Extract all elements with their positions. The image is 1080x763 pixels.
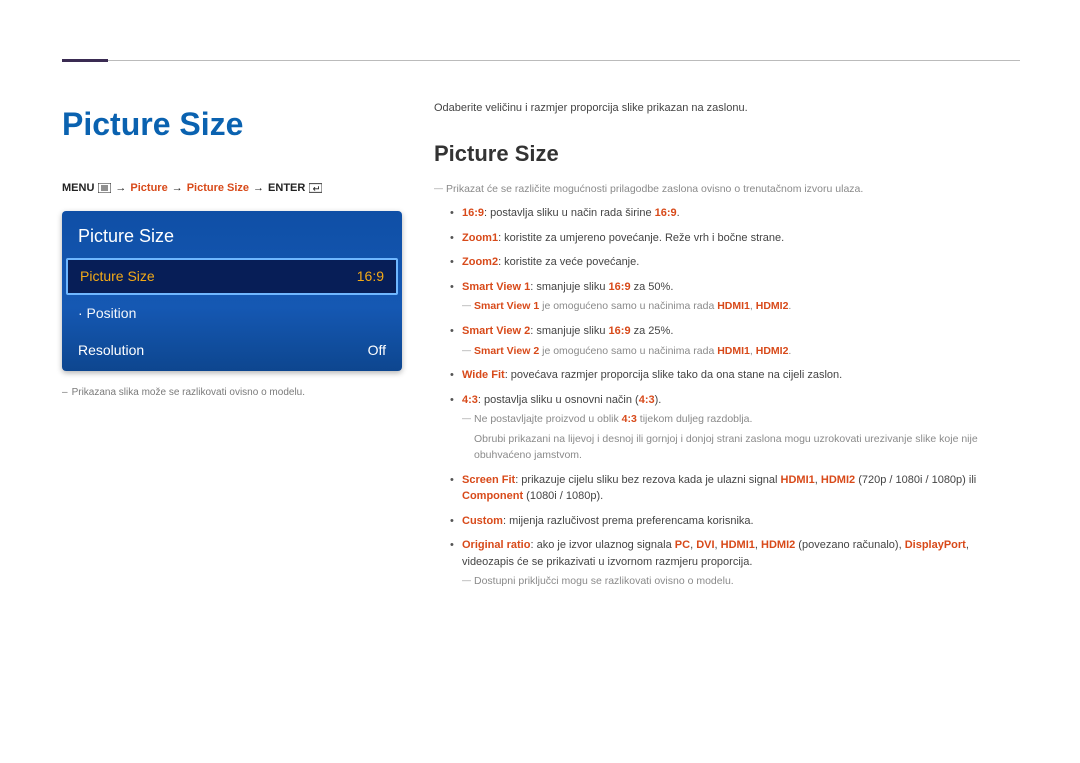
opt-smart-view-2: Smart View 2: smanjuje sliku 16:9 za 25%… [450, 323, 1020, 359]
arrow: → [253, 180, 264, 197]
arrow: → [115, 180, 126, 197]
menu-label: MENU [62, 180, 94, 197]
crumb-picture-size: Picture Size [187, 180, 249, 197]
menu-icon [98, 183, 111, 193]
opt-original-ratio: Original ratio: ako je izvor ulaznog sig… [450, 537, 1020, 590]
or-note: Dostupni priključci mogu se razlikovati … [462, 574, 1020, 590]
osd-panel: Picture Size Picture Size 16:9 · Positio… [62, 211, 402, 371]
osd-row-position[interactable]: · Position [64, 295, 400, 332]
opt-16-9: 16:9: postavlja sliku u način rada širin… [450, 205, 1020, 222]
sv1-note: Smart View 1 je omogućeno samo u načinim… [462, 299, 1020, 315]
osd-header: Picture Size [64, 213, 400, 258]
arrow: → [172, 180, 183, 197]
sv2-note: Smart View 2 je omogućeno samo u načinim… [462, 344, 1020, 360]
osd-row-resolution[interactable]: Resolution Off [64, 332, 400, 369]
opt-custom: Custom: mijenja razlučivost prema prefer… [450, 513, 1020, 530]
breadcrumb: MENU → Picture → Picture Size → ENTER [62, 180, 402, 197]
opt-smart-view-1: Smart View 1: smanjuje sliku 16:9 za 50%… [450, 279, 1020, 315]
crumb-picture: Picture [130, 180, 167, 197]
top-rule [62, 62, 1080, 72]
source-note: Prikazat će se različite mogućnosti pril… [434, 182, 1020, 198]
page-title: Picture Size [62, 100, 402, 148]
r43-note-1: Ne postavljajte proizvod u oblik 4:3 tij… [462, 412, 1020, 428]
r43-note-2: Obrubi prikazani na lijevoj i desnoj ili… [462, 432, 1020, 464]
osd-row-label: Picture Size [80, 266, 155, 287]
osd-row-label: · Position [78, 303, 136, 324]
opt-zoom1: Zoom1: koristite za umjereno povećanje. … [450, 230, 1020, 247]
options-list: 16:9: postavlja sliku u način rada širin… [434, 205, 1020, 590]
osd-row-picture-size[interactable]: Picture Size 16:9 [66, 258, 398, 295]
enter-label: ENTER [268, 180, 305, 197]
osd-row-value: 16:9 [357, 266, 384, 287]
section-title: Picture Size [434, 137, 1020, 170]
enter-icon [309, 183, 322, 193]
opt-screen-fit: Screen Fit: prikazuje cijelu sliku bez r… [450, 472, 1020, 505]
intro-text: Odaberite veličinu i razmjer proporcija … [434, 100, 1020, 117]
opt-zoom2: Zoom2: koristite za veće povećanje. [450, 254, 1020, 271]
model-note: –Prikazana slika može se razlikovati ovi… [62, 385, 402, 400]
osd-row-value: Off [368, 340, 386, 361]
osd-row-label: Resolution [78, 340, 144, 361]
opt-4-3: 4:3: postavlja sliku u osnovni način (4:… [450, 392, 1020, 464]
opt-wide-fit: Wide Fit: povećava razmjer proporcija sl… [450, 367, 1020, 384]
